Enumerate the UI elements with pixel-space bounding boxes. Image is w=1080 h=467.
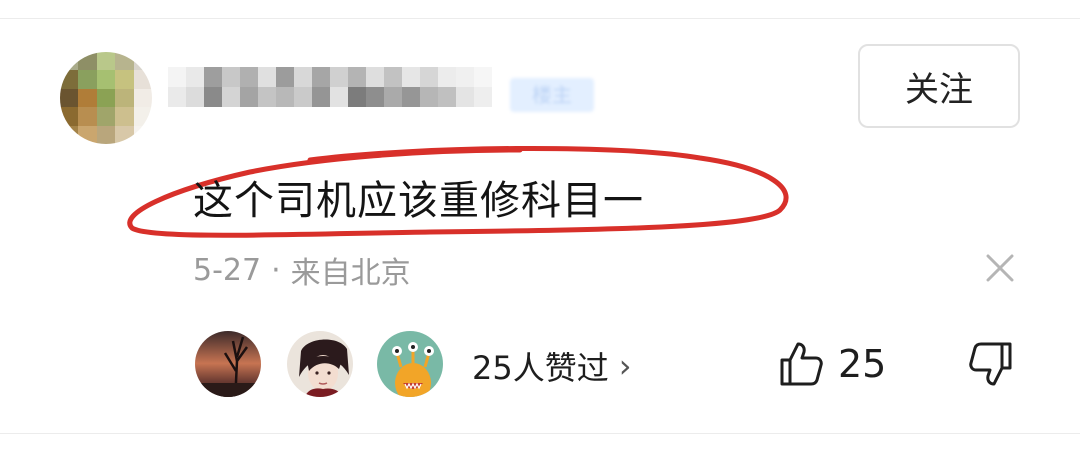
top-divider [0,18,1080,19]
bottom-divider [0,433,1080,434]
meta-separator: · [271,252,281,288]
anime-character-image [287,331,353,397]
comment-meta: 5-27 · 来自北京 [193,248,411,292]
liker-avatar-2[interactable] [284,328,356,400]
likes-summary: 25人赞过 [472,349,609,387]
author-name-blurred[interactable] [168,62,508,112]
comment-text: 这个司机应该重修科目一 [193,178,644,224]
liker-avatar-1[interactable] [192,328,264,400]
liker-avatar-3[interactable] [374,328,446,400]
likes-summary-link[interactable]: 25人赞过 › [472,343,632,389]
chevron-right-icon: › [618,347,632,385]
author-avatar[interactable] [60,52,152,144]
comment-date: 5-27 [193,252,262,288]
thumbs-up-icon [780,342,823,386]
comment-location: 来自北京 [290,256,411,291]
op-badge: 楼主 [510,78,594,112]
like-button[interactable]: 25 [778,338,886,390]
monster-cartoon-image [377,331,443,397]
sunset-tree-image [195,331,261,397]
close-icon[interactable] [980,248,1020,288]
follow-button[interactable]: 关注 [858,44,1020,128]
like-count: 25 [838,342,887,386]
thumbs-down-icon[interactable] [966,338,1016,390]
comment-card: 楼主 关注 这个司机应该重修科目一 5-27 · 来自北京 25人赞过 › 25 [0,0,1080,467]
